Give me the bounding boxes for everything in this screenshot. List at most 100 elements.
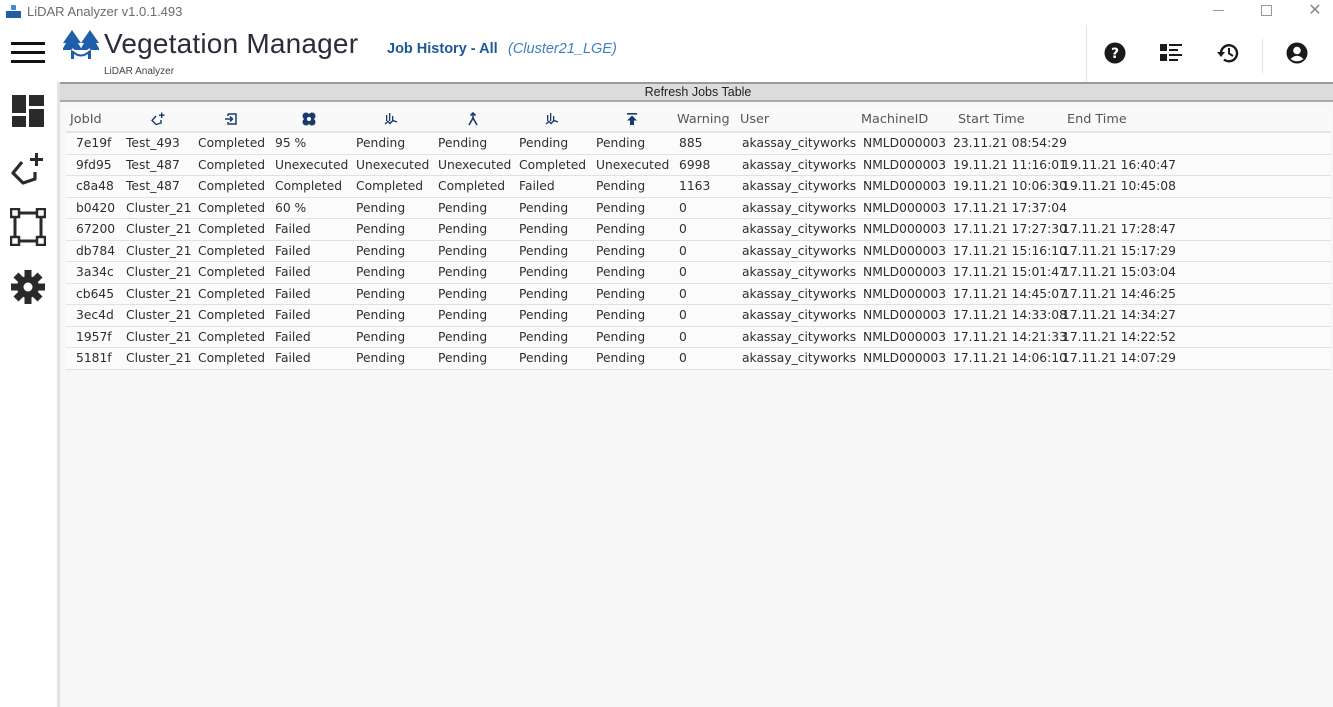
sidebar [0,84,57,707]
table-row[interactable]: c8a48 Test_487 Completed Completed Completed… [66,176,1331,198]
minimize-button[interactable] [1195,0,1241,20]
cell-analysis-1-status: Pending [356,351,406,365]
job-list-button[interactable] [1157,39,1185,67]
table-row[interactable]: 1957f Cluster_21 Completed Failed Pending Pen… [66,326,1331,348]
cell-jobid: 67200 [76,222,116,236]
table-row[interactable]: 9fd95 Test_487 Completed Unexecuted Unexecut… [66,154,1331,176]
cell-import-status: Completed [198,329,266,344]
column-header-start-time[interactable]: Start Time [958,109,1025,131]
cell-warning-count: 6998 [679,157,711,172]
cell-end-time: 17.11.21 14:07:29 [1062,351,1176,365]
refresh-jobs-button[interactable]: Refresh Jobs Table [60,82,1333,102]
table-row[interactable]: b0420 Cluster_21 Completed 60 % Pending Pendi… [66,197,1331,219]
header-toolbar: ? [1086,25,1333,82]
table-header: JobId Warning User MachineID Start Time … [66,109,1331,133]
cell-analysis-1-status: Pending [356,243,406,258]
column-header-user[interactable]: User [740,109,769,131]
close-icon: ✕ [1308,0,1322,19]
cell-process-status: Failed [275,243,311,258]
cell-merge-status: Unexecuted [438,157,512,172]
hamburger-icon [11,42,45,45]
cell-import-status: Completed [198,157,266,172]
brand-title: Vegetation Manager [104,28,359,59]
column-header-machine-id[interactable]: MachineID [861,109,928,131]
sidebar-item-dashboard[interactable] [9,92,47,130]
cell-warning-count: 0 [679,200,687,215]
cell-end-time: 19.11.21 16:40:47 [1062,157,1176,172]
hamburger-icon-line [11,51,45,54]
cell-machine-id: NMLD000003 [863,179,947,193]
sidebar-item-bounding-box[interactable] [9,208,47,246]
maximize-button[interactable] [1243,0,1289,20]
cell-machine-id: NMLD000003 [863,157,947,172]
cell-process-status: Failed [275,351,311,365]
account-button[interactable] [1283,39,1311,67]
window-title: LiDAR Analyzer v1.0.1.493 [27,3,183,19]
cell-upload-status: Pending [596,200,646,215]
cell-user: akassay_cityworks [742,308,857,322]
cell-analysis-1-status: Pending [356,329,406,344]
cell-job-name: Cluster_21 [126,265,192,279]
cell-process-status: Failed [275,222,311,236]
cell-user: akassay_cityworks [742,243,857,258]
table-row[interactable]: 7e19f Test_493 Completed 95 % Pending Pending… [66,133,1331,155]
table-row[interactable]: cb645 Cluster_21 Completed Failed Pending Pen… [66,283,1331,305]
table-row[interactable]: 5181f Cluster_21 Completed Failed Pending Pen… [66,348,1331,370]
cell-start-time: 17.11.21 17:27:30 [953,222,1067,236]
cell-jobid: 3ec4d [76,308,114,322]
close-button[interactable]: ✕ [1292,0,1333,20]
cell-start-time: 17.11.21 14:21:33 [953,329,1067,344]
cell-user: akassay_cityworks [742,351,857,365]
cell-warning-count: 0 [679,351,687,365]
column-header-jobid[interactable]: JobId [70,109,102,131]
column-header-merge[interactable] [466,109,480,131]
help-button[interactable]: ? [1101,39,1129,67]
cell-process-status: Failed [275,308,311,322]
table-row[interactable]: 67200 Cluster_21 Completed Failed Pending Pen… [66,219,1331,241]
cell-analysis-2-status: Pending [519,329,569,344]
cell-jobid: 1957f [76,329,112,344]
column-header-analysis-2[interactable] [545,109,559,131]
column-header-polygon[interactable] [151,109,165,131]
cell-user: akassay_cityworks [742,179,857,193]
column-header-process[interactable] [302,109,316,131]
main-content: Refresh Jobs Table JobId Warning User Ma… [57,82,1333,707]
table-body: 7e19f Test_493 Completed 95 % Pending Pending… [66,133,1331,370]
sidebar-item-add-polygon[interactable] [9,150,47,188]
cell-warning-count: 0 [679,286,687,301]
cell-analysis-2-status: Pending [519,136,569,150]
cell-analysis-2-status: Completed [519,157,587,172]
cell-analysis-2-status: Pending [519,308,569,322]
svg-text:?: ? [1111,46,1119,62]
cell-analysis-1-status: Pending [356,308,406,322]
polygon-add-icon [151,112,165,125]
cell-process-status: Failed [275,286,311,301]
cell-machine-id: NMLD000003 [863,286,947,301]
column-header-import[interactable] [224,109,238,131]
cell-machine-id: NMLD000003 [863,222,947,236]
table-row[interactable]: db784 Cluster_21 Completed Failed Pending Pen… [66,240,1331,262]
menu-button[interactable] [11,42,45,64]
cell-machine-id: NMLD000003 [863,308,947,322]
cell-user: akassay_cityworks [742,286,857,301]
column-header-analysis-1[interactable] [384,109,398,131]
column-header-upload[interactable] [625,109,639,131]
table-row[interactable]: 3ec4d Cluster_21 Completed Failed Pending Pen… [66,305,1331,327]
cell-analysis-1-status: Pending [356,286,406,301]
cell-merge-status: Pending [438,200,488,215]
cell-start-time: 17.11.21 14:33:08 [953,308,1067,322]
maximize-icon [1260,4,1272,16]
column-header-end-time[interactable]: End Time [1067,109,1127,131]
column-header-warning[interactable]: Warning [677,109,730,131]
history-button[interactable] [1214,39,1242,67]
table-row[interactable]: 3a34c Cluster_21 Completed Failed Pending Pen… [66,262,1331,284]
cell-analysis-2-status: Pending [519,351,569,365]
cell-analysis-1-status: Pending [356,136,406,150]
question-circle-icon: ? [1104,42,1126,64]
merge-icon [468,111,478,125]
cell-warning-count: 0 [679,329,687,344]
cell-end-time: 17.11.21 14:22:52 [1062,329,1176,344]
cell-process-status: 60 % [275,200,307,215]
cell-job-name: Cluster_21 [126,200,192,215]
sidebar-item-settings[interactable] [9,268,47,306]
